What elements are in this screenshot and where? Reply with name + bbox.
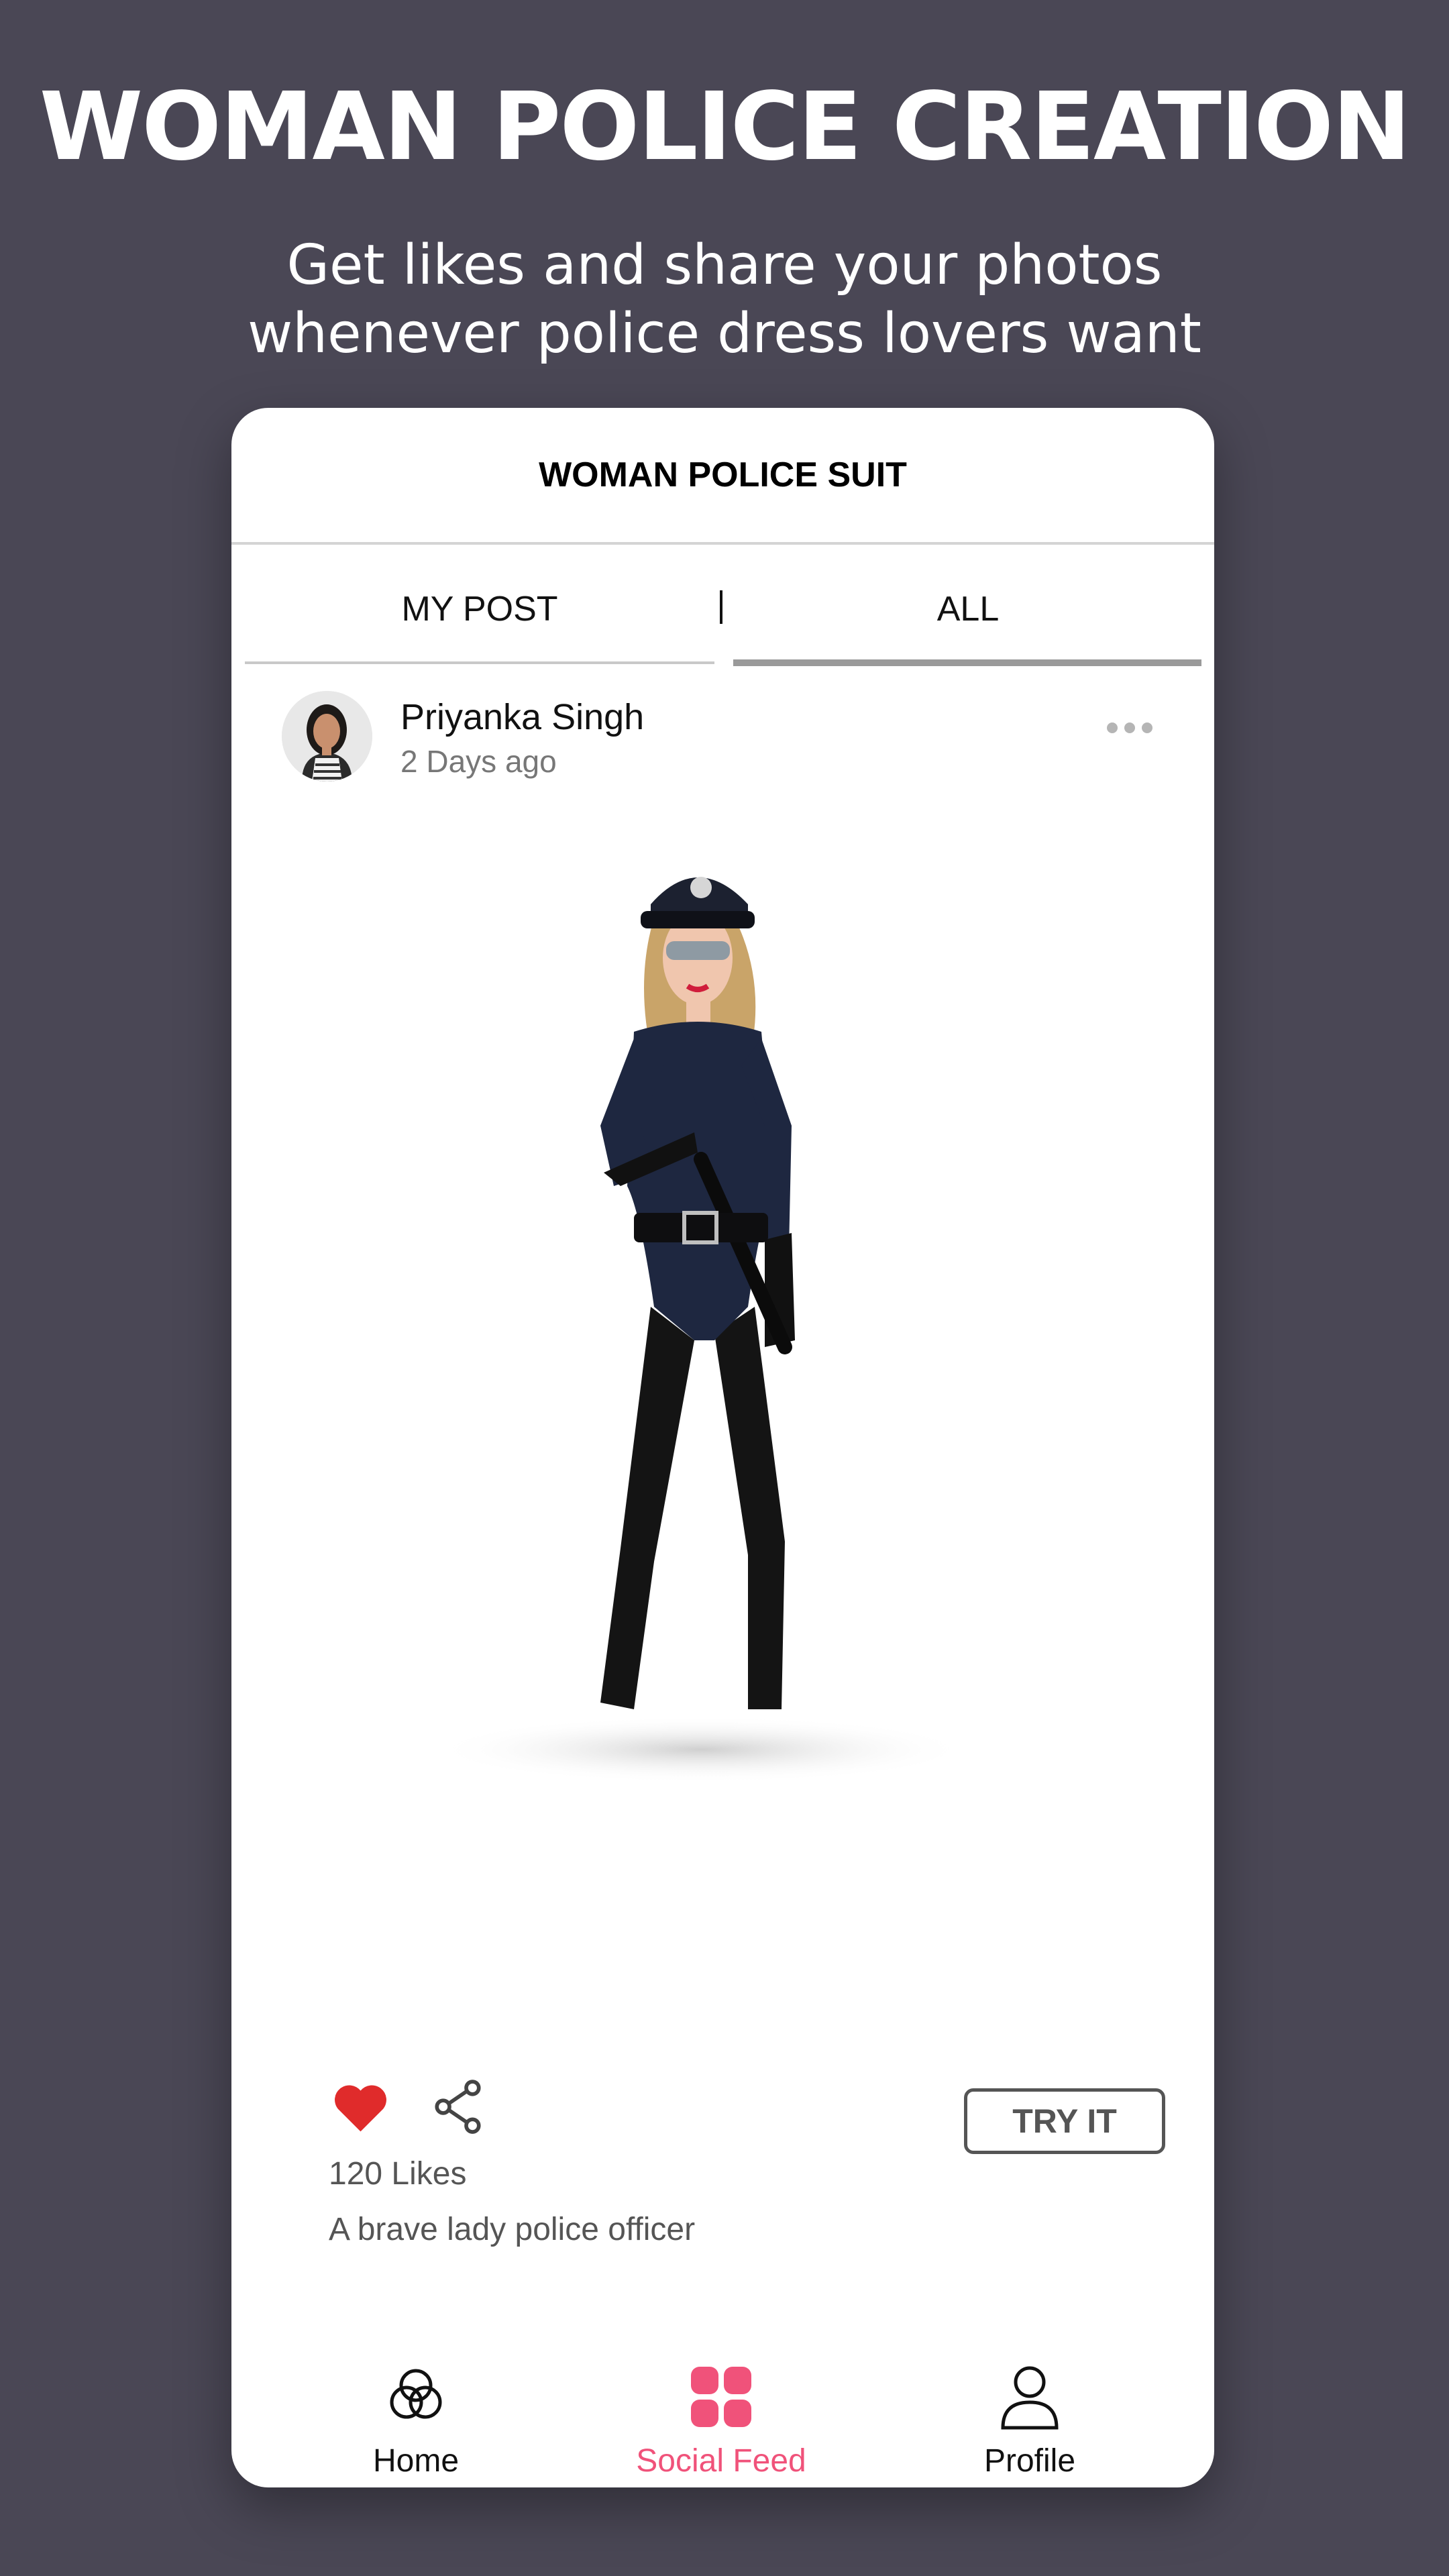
promo-subtitle-line-2: whenever police dress lovers want xyxy=(248,302,1201,366)
grid-icon xyxy=(691,2367,751,2427)
app-title: WOMAN POLICE SUIT xyxy=(539,455,907,494)
tab-all-active-indicator xyxy=(733,659,1201,666)
tab-separator xyxy=(720,590,722,624)
nav-profile[interactable]: Profile xyxy=(916,2363,1144,2481)
title-divider xyxy=(231,542,1214,545)
nav-social-feed[interactable]: Social Feed xyxy=(607,2363,835,2481)
tab-all[interactable]: ALL xyxy=(733,569,1203,649)
share-icon[interactable] xyxy=(433,2078,483,2135)
more-options-icon[interactable] xyxy=(1107,720,1154,735)
phone-screen: WOMAN POLICE SUIT MY POST ALL Priyanka S… xyxy=(231,408,1214,2487)
likes-count: 120 Likes xyxy=(329,2156,467,2192)
try-it-button[interactable]: TRY IT xyxy=(964,2088,1165,2154)
nav-profile-label: Profile xyxy=(983,2443,1076,2479)
avatar[interactable] xyxy=(282,691,372,782)
heart-icon[interactable] xyxy=(332,2082,389,2134)
home-circles-icon xyxy=(390,2369,442,2419)
post-author-name[interactable]: Priyanka Singh xyxy=(400,696,644,738)
person-icon xyxy=(1001,2366,1059,2430)
nav-home[interactable]: Home xyxy=(302,2363,530,2481)
promo-subtitle-line-1: Get likes and share your photos xyxy=(286,233,1163,297)
post-caption: A brave lady police officer xyxy=(329,2212,696,2247)
tab-my-post-underline xyxy=(245,661,714,664)
tab-my-post[interactable]: MY POST xyxy=(245,569,714,649)
post-timestamp: 2 Days ago xyxy=(400,744,557,779)
nav-social-feed-label: Social Feed xyxy=(636,2443,806,2479)
nav-home-label: Home xyxy=(372,2443,460,2479)
promo-headline: WOMAN POLICE CREATION xyxy=(39,72,1411,182)
avatar-image xyxy=(282,691,372,782)
promo-subtitle: Get likes and share your photos whenever… xyxy=(0,231,1449,368)
post-photo xyxy=(433,877,969,1783)
